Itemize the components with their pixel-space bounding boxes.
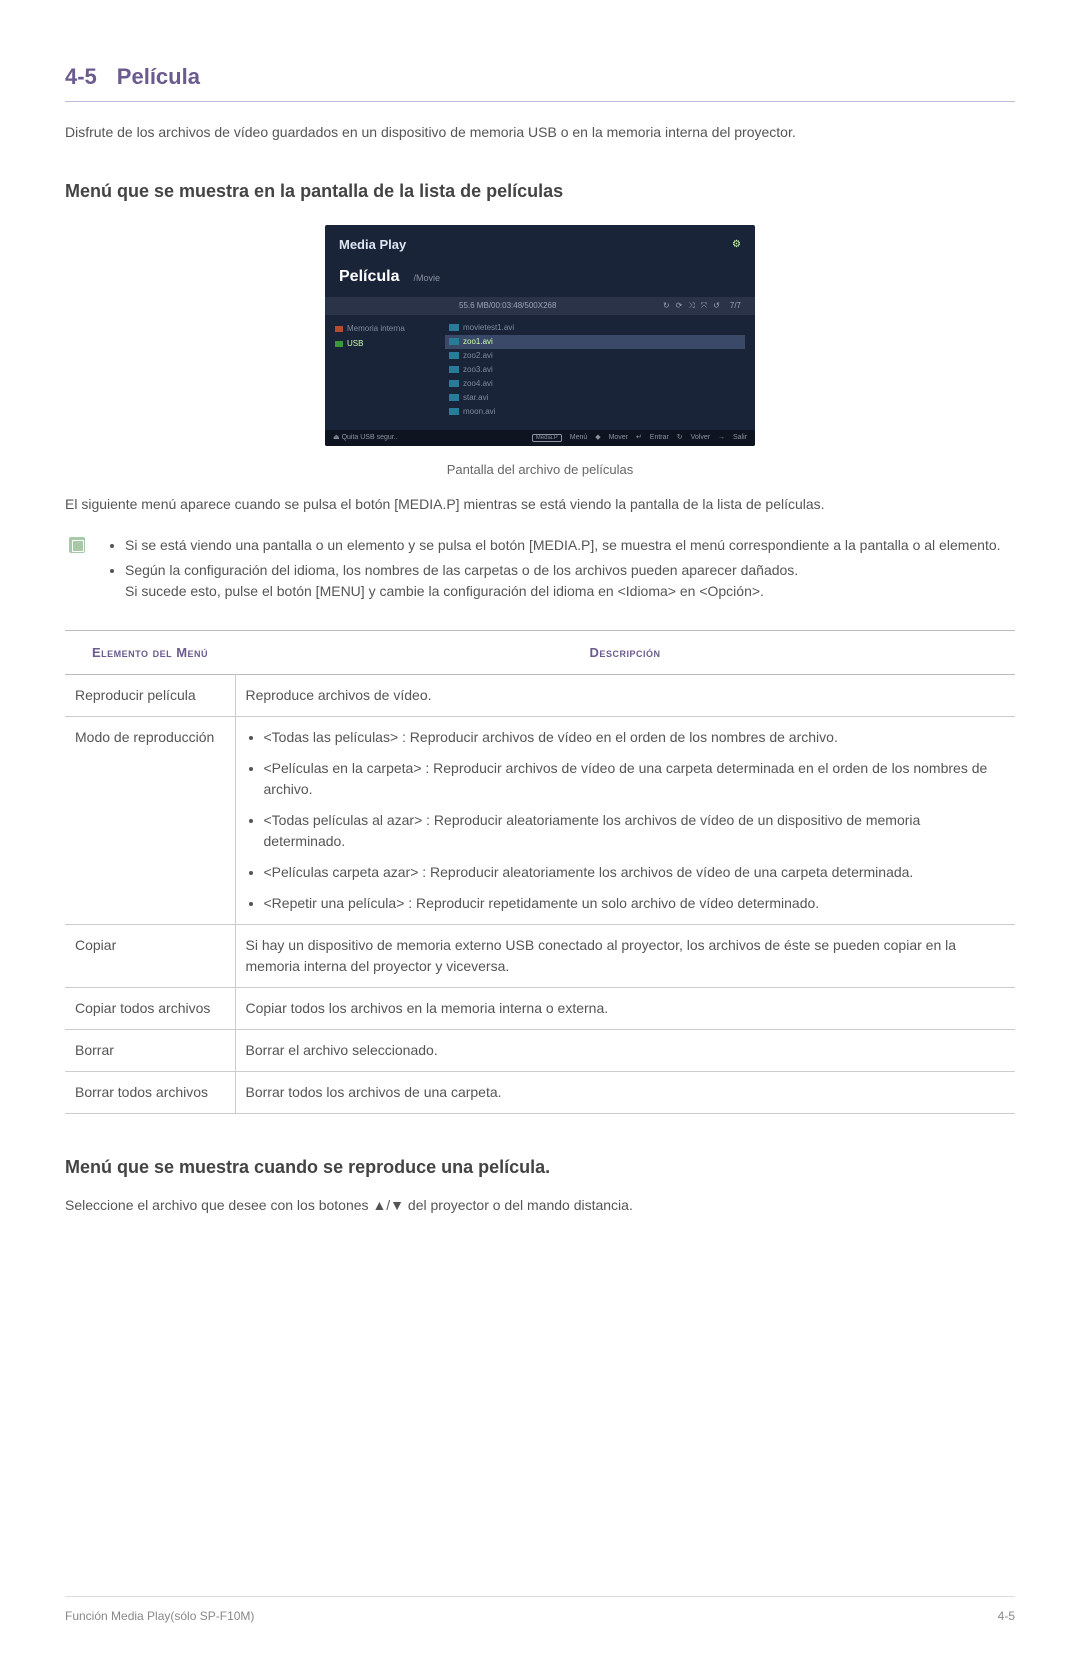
ss-file-item: zoo4.avi <box>445 377 745 391</box>
ss-status-icons: ↻ ⟳ ⤨ ⤧ ↺ <box>663 300 720 312</box>
table-row: Modo de reproducción <Todas las película… <box>65 717 1015 925</box>
ss-foot-mediap: Media.P <box>532 434 562 442</box>
table-header-item: Elemento del Menú <box>65 630 235 675</box>
ss-media-play-label: Media Play <box>339 235 406 255</box>
table-row: Borrar Borrar el archivo seleccionado. <box>65 1030 1015 1072</box>
ss-file-item: zoo2.avi <box>445 349 745 363</box>
ss-file-item: zoo1.avi <box>445 335 745 349</box>
footer-left: Función Media Play(sólo SP-F10M) <box>65 1607 254 1625</box>
repeat-icon: ↻ <box>663 300 670 312</box>
screenshot-caption: Pantalla del archivo de películas <box>65 460 1015 480</box>
section-title: Película <box>117 60 200 93</box>
note-item: Según la configuración del idioma, los n… <box>125 560 1001 602</box>
ss-logo-icon: ⚙ <box>732 237 741 252</box>
desc-list: <Todas las películas> : Reproducir archi… <box>246 727 1006 914</box>
ss-file-item: zoo3.avi <box>445 363 745 377</box>
table-header-desc: Descripción <box>235 630 1015 675</box>
table-row: Copiar todos archivos Copiar todos los a… <box>65 988 1015 1030</box>
video-file-icon <box>449 408 459 415</box>
ss-pelicula-label: Película <box>339 265 399 289</box>
shuffle2-icon: ⤧ <box>701 300 707 312</box>
paragraph-select-file: Seleccione el archivo que desee con los … <box>65 1195 1015 1216</box>
intro-text: Disfrute de los archivos de vídeo guarda… <box>65 122 1015 143</box>
media-play-screenshot: Media Play ⚙ Película /Movie 55.6 MB/00:… <box>325 225 755 446</box>
ss-count: 7/7 <box>730 300 741 312</box>
ss-file-item: movietest1.avi <box>445 321 745 335</box>
video-file-icon <box>449 352 459 359</box>
video-file-icon <box>449 366 459 373</box>
video-file-icon <box>449 324 459 331</box>
section-header: 4-5 Película <box>65 60 1015 102</box>
note-icon <box>69 537 85 553</box>
table-row: Borrar todos archivos Borrar todos los a… <box>65 1072 1015 1114</box>
footer-right: 4-5 <box>998 1607 1015 1625</box>
page-footer: Función Media Play(sólo SP-F10M) 4-5 <box>65 1596 1015 1625</box>
ss-file-list: movietest1.avi zoo1.avi zoo2.avi zoo3.av… <box>445 315 755 430</box>
table-body: Reproducir película Reproduce archivos d… <box>65 675 1015 1114</box>
menu-table: Elemento del Menú Descripción Reproducir… <box>65 630 1015 1115</box>
ss-file-item: moon.avi <box>445 405 745 419</box>
table-row: Reproducir película Reproduce archivos d… <box>65 675 1015 717</box>
paragraph-media-p-note: El siguiente menú aparece cuando se puls… <box>65 494 1015 515</box>
note-block: Si se está viendo una pantalla o un elem… <box>65 535 1015 606</box>
ss-sidebar: Memoria interna USB <box>325 315 445 430</box>
note-item: Si se está viendo una pantalla o un elem… <box>125 535 1001 556</box>
video-file-icon <box>449 338 459 345</box>
ss-footer-left: ⏏ Quita USB segur.. <box>333 433 398 444</box>
ss-footer-right: Media.P Menú ◆ Mover ↵ Entrar ↻ Volver →… <box>526 433 747 444</box>
video-file-icon <box>449 394 459 401</box>
table-row: Copiar Si hay un dispositivo de memoria … <box>65 925 1015 988</box>
ss-status-info: 55.6 MB/00:03:48/500X268 <box>459 300 556 312</box>
section-number: 4-5 <box>65 60 97 93</box>
subheading-playback-menu: Menú que se muestra cuando se reproduce … <box>65 1154 1015 1181</box>
ss-side-internal: Memoria interna <box>335 323 435 335</box>
internal-memory-icon <box>335 326 343 332</box>
ss-footer: ⏏ Quita USB segur.. Media.P Menú ◆ Mover… <box>325 430 755 447</box>
screenshot-container: Media Play ⚙ Película /Movie 55.6 MB/00:… <box>65 225 1015 452</box>
ss-side-usb: USB <box>335 338 435 350</box>
ss-file-item: star.avi <box>445 391 745 405</box>
loop-icon: ↺ <box>713 300 720 312</box>
refresh-icon: ⟳ <box>676 300 683 312</box>
subheading-movie-list-menu: Menú que se muestra en la pantalla de la… <box>65 178 1015 205</box>
video-file-icon <box>449 380 459 387</box>
note-list: Si se está viendo una pantalla o un elem… <box>101 535 1001 606</box>
ss-path-label: /Movie <box>413 272 440 286</box>
usb-icon <box>335 341 343 347</box>
shuffle-icon: ⤨ <box>688 300 694 312</box>
